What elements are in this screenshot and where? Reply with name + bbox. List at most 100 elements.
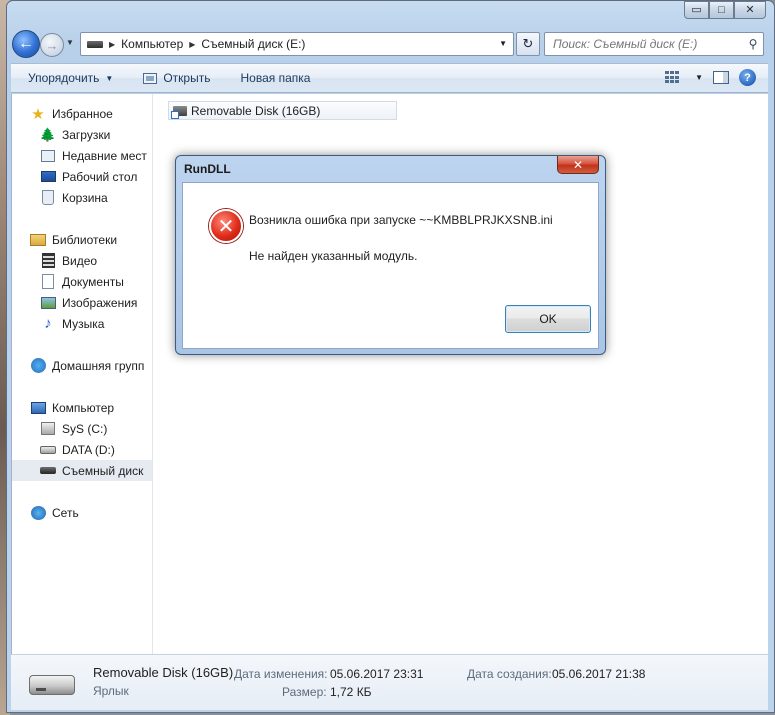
organize-button[interactable]: Упорядочить ▼: [28, 71, 113, 85]
caption-buttons: ▭ □ ✕: [684, 1, 766, 20]
refresh-button[interactable]: ↻: [516, 32, 540, 56]
details-created-value: 05.06.2017 21:38: [552, 667, 646, 681]
sidebar-label: Компьютер: [52, 400, 115, 415]
preview-pane-icon[interactable]: [713, 71, 729, 84]
new-folder-button[interactable]: Новая папка: [240, 71, 310, 85]
close-button[interactable]: ✕: [734, 1, 766, 19]
forward-arrow-icon: →: [45, 37, 59, 53]
open-label: Открыть: [163, 71, 211, 85]
sidebar-computer-header[interactable]: Компьютер: [30, 397, 114, 418]
close-icon: ✕: [572, 157, 584, 172]
file-name: Removable Disk (16GB): [191, 103, 321, 118]
sidebar-label: Музыка: [62, 316, 105, 331]
error-detail: Не найден указанный модуль.: [249, 249, 418, 263]
navigation-row: ← → ▼ ▶ Компьютер ▶ Съемный диск (E:) ▼ …: [10, 28, 765, 60]
sidebar-item-downloads[interactable]: 🌲 Загрузки: [40, 124, 110, 145]
sidebar-label: Документы: [62, 274, 124, 289]
sidebar-label: Библиотеки: [52, 232, 118, 247]
sidebar-label: DATA (D:): [62, 442, 115, 457]
sidebar-favorites-header[interactable]: ★ Избранное: [30, 103, 113, 124]
sidebar-label: Съемный диск: [62, 463, 144, 478]
back-arrow-icon: ←: [18, 35, 34, 52]
back-button[interactable]: ←: [12, 30, 40, 58]
network-icon: [30, 505, 46, 521]
sidebar-label: Изображения: [62, 295, 138, 310]
star-icon: ★: [31, 105, 45, 123]
sidebar-item-music[interactable]: ♪ Музыка: [40, 313, 104, 334]
pictures-icon: [40, 295, 56, 311]
dialog-body: ✕ Возникла ошибка при запуске ~~KMBBLPRJ…: [182, 182, 599, 349]
view-options-chevron-down-icon[interactable]: ▼: [695, 73, 703, 82]
sidebar-label: Сеть: [52, 505, 79, 520]
sidebar-item-network[interactable]: Сеть: [30, 502, 79, 523]
command-bar: Упорядочить ▼ Открыть Новая папка ▼ ?: [11, 63, 768, 93]
sidebar-item-homegroup[interactable]: Домашняя групп: [30, 355, 144, 376]
recycle-bin-icon: [40, 190, 56, 206]
breadcrumb-computer[interactable]: Компьютер: [121, 37, 183, 51]
sidebar-label: Рабочий стол: [62, 169, 138, 184]
details-pane: Removable Disk (16GB) Ярлык Дата изменен…: [11, 654, 768, 710]
search-box[interactable]: ⚲: [544, 32, 764, 56]
sidebar-item-desktop[interactable]: Рабочий стол: [40, 166, 137, 187]
sidebar-label: Недавние мест: [62, 148, 147, 163]
search-input[interactable]: [545, 37, 743, 51]
forward-button[interactable]: →: [40, 33, 64, 57]
sidebar-label: Домашняя групп: [52, 358, 145, 373]
drive-icon: [87, 40, 103, 48]
dialog-title: RunDLL: [184, 162, 231, 176]
sidebar-item-removable-disk[interactable]: Съемный диск: [12, 460, 152, 481]
chevron-down-icon: ▼: [105, 73, 114, 83]
file-item-removable-disk-shortcut[interactable]: Removable Disk (16GB): [168, 101, 397, 120]
sidebar-libraries-header[interactable]: Библиотеки: [30, 229, 117, 250]
sidebar-item-drive-c[interactable]: SyS (C:): [40, 418, 107, 439]
sidebar-item-videos[interactable]: Видео: [40, 250, 97, 271]
sidebar-item-documents[interactable]: Документы: [40, 271, 124, 292]
rundll-error-dialog: RunDLL ✕ ✕ Возникла ошибка при запуске ~…: [175, 155, 606, 355]
open-button[interactable]: Открыть: [143, 71, 210, 85]
address-bar[interactable]: ▶ Компьютер ▶ Съемный диск (E:) ▼: [80, 32, 514, 56]
refresh-icon: ↻: [522, 36, 534, 51]
hard-drive-icon: [40, 442, 56, 458]
breadcrumb-removable-disk[interactable]: Съемный диск (E:): [201, 37, 305, 51]
recent-pages-dropdown[interactable]: ▼: [66, 38, 74, 47]
sidebar-label: Корзина: [62, 190, 108, 205]
recent-places-icon: [40, 148, 56, 164]
details-file-type: Ярлык: [93, 684, 129, 698]
details-file-name: Removable Disk (16GB): [93, 665, 234, 680]
sidebar-label: Избранное: [52, 106, 113, 121]
system-drive-icon: [40, 421, 56, 437]
error-message: Возникла ошибка при запуске ~~KMBBLPRJKX…: [249, 213, 553, 227]
chevron-right-icon[interactable]: ▶: [189, 40, 195, 49]
sidebar-item-recycle-bin[interactable]: Корзина: [40, 187, 108, 208]
details-modified-value: 05.06.2017 23:31: [330, 667, 424, 681]
address-history-dropdown[interactable]: ▼: [499, 39, 507, 48]
homegroup-icon: [30, 358, 46, 374]
computer-icon: [30, 400, 46, 416]
sidebar-item-pictures[interactable]: Изображения: [40, 292, 137, 313]
open-icon: [143, 72, 158, 84]
maximize-button[interactable]: □: [709, 1, 734, 19]
sidebar-item-recent-places[interactable]: Недавние мест: [40, 145, 147, 166]
new-folder-label: Новая папка: [240, 71, 311, 85]
sidebar-label: Загрузки: [62, 127, 111, 142]
details-size-label: Размер:: [282, 685, 327, 699]
minimize-button[interactable]: ▭: [684, 1, 709, 19]
sidebar-label: Видео: [62, 253, 98, 268]
navigation-pane: ★ Избранное 🌲 Загрузки Недавние мест Раб…: [12, 94, 153, 654]
ok-button[interactable]: OK: [505, 305, 591, 333]
shortcut-drive-icon: [171, 105, 187, 119]
search-icon[interactable]: ⚲: [743, 37, 763, 51]
sidebar-item-drive-d[interactable]: DATA (D:): [40, 439, 115, 460]
dialog-close-button[interactable]: ✕: [557, 156, 599, 174]
change-view-icon[interactable]: [665, 71, 680, 84]
error-icon: ✕: [209, 209, 243, 243]
help-icon[interactable]: ?: [739, 69, 756, 86]
details-size-value: 1,72 КБ: [330, 685, 372, 699]
details-modified-label: Дата изменения:: [234, 667, 328, 681]
sidebar-label: SyS (C:): [62, 421, 108, 436]
libraries-icon: [30, 232, 46, 248]
chevron-right-icon[interactable]: ▶: [109, 40, 115, 49]
desktop-icon: [40, 169, 56, 185]
usb-drive-icon: [40, 463, 56, 479]
documents-icon: [40, 274, 56, 290]
